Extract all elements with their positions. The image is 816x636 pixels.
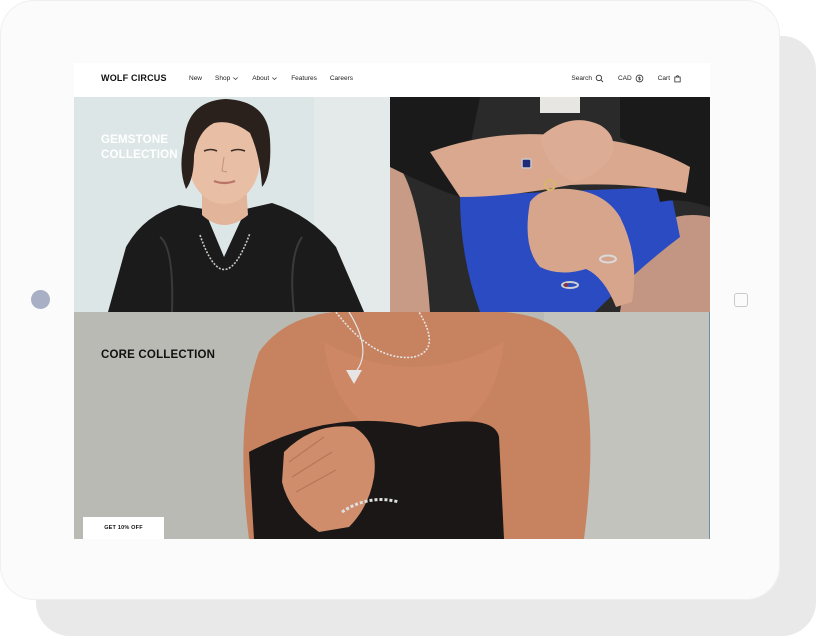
menu-item-careers[interactable]: Careers: [330, 75, 353, 82]
core-collection-panel[interactable]: CORE COLLECTION GET 10% OFF: [74, 312, 710, 539]
search-icon: [595, 74, 604, 83]
chevron-down-icon: [233, 77, 239, 81]
gemstone-collection-title[interactable]: GEMSTONE COLLECTION: [101, 133, 221, 163]
tablet-frame: WOLF CIRCUS New Shop About Features Care…: [0, 0, 780, 600]
search-button[interactable]: Search: [571, 74, 604, 83]
menu-item-label: About: [252, 75, 270, 82]
gemstone-collection-panel[interactable]: GEMSTONE COLLECTION: [74, 97, 390, 312]
search-label: Search: [571, 75, 592, 82]
camera-dot: [31, 290, 50, 309]
menu-item-features[interactable]: Features: [291, 75, 317, 82]
menu-item-new[interactable]: New: [189, 75, 202, 82]
core-model-image: [74, 312, 710, 539]
cart-button[interactable]: Cart: [658, 74, 682, 83]
core-collection-title[interactable]: CORE COLLECTION: [101, 348, 221, 363]
menu-item-about[interactable]: About: [252, 75, 278, 82]
menu-item-shop[interactable]: Shop: [215, 75, 239, 82]
menu-item-label: New: [189, 75, 203, 82]
promo-button[interactable]: GET 10% OFF: [83, 517, 164, 539]
menu-item-label: Features: [291, 75, 317, 82]
gemstone-model-image: [74, 97, 390, 312]
cart-label: Cart: [657, 75, 670, 82]
main-menu: New Shop About Features Careers: [189, 75, 353, 82]
brand-logo[interactable]: WOLF CIRCUS: [101, 73, 167, 83]
bag-icon: [674, 75, 681, 83]
page: WOLF CIRCUS New Shop About Features Care…: [0, 0, 816, 636]
screen: WOLF CIRCUS New Shop About Features Care…: [74, 63, 710, 539]
rings-hands-image: [390, 97, 710, 312]
currency-icon: [635, 74, 644, 83]
divider: [709, 312, 710, 539]
utility-nav: Search CAD Cart: [571, 74, 682, 83]
home-button[interactable]: [734, 293, 748, 307]
menu-item-label: Shop: [215, 75, 231, 82]
top-nav: WOLF CIRCUS New Shop About Features Care…: [74, 63, 710, 98]
currency-selector[interactable]: CAD: [618, 74, 644, 83]
currency-label: CAD: [617, 75, 632, 82]
chevron-down-icon: [272, 77, 278, 81]
rings-hands-panel[interactable]: [390, 97, 710, 312]
menu-item-label: Careers: [329, 75, 353, 82]
